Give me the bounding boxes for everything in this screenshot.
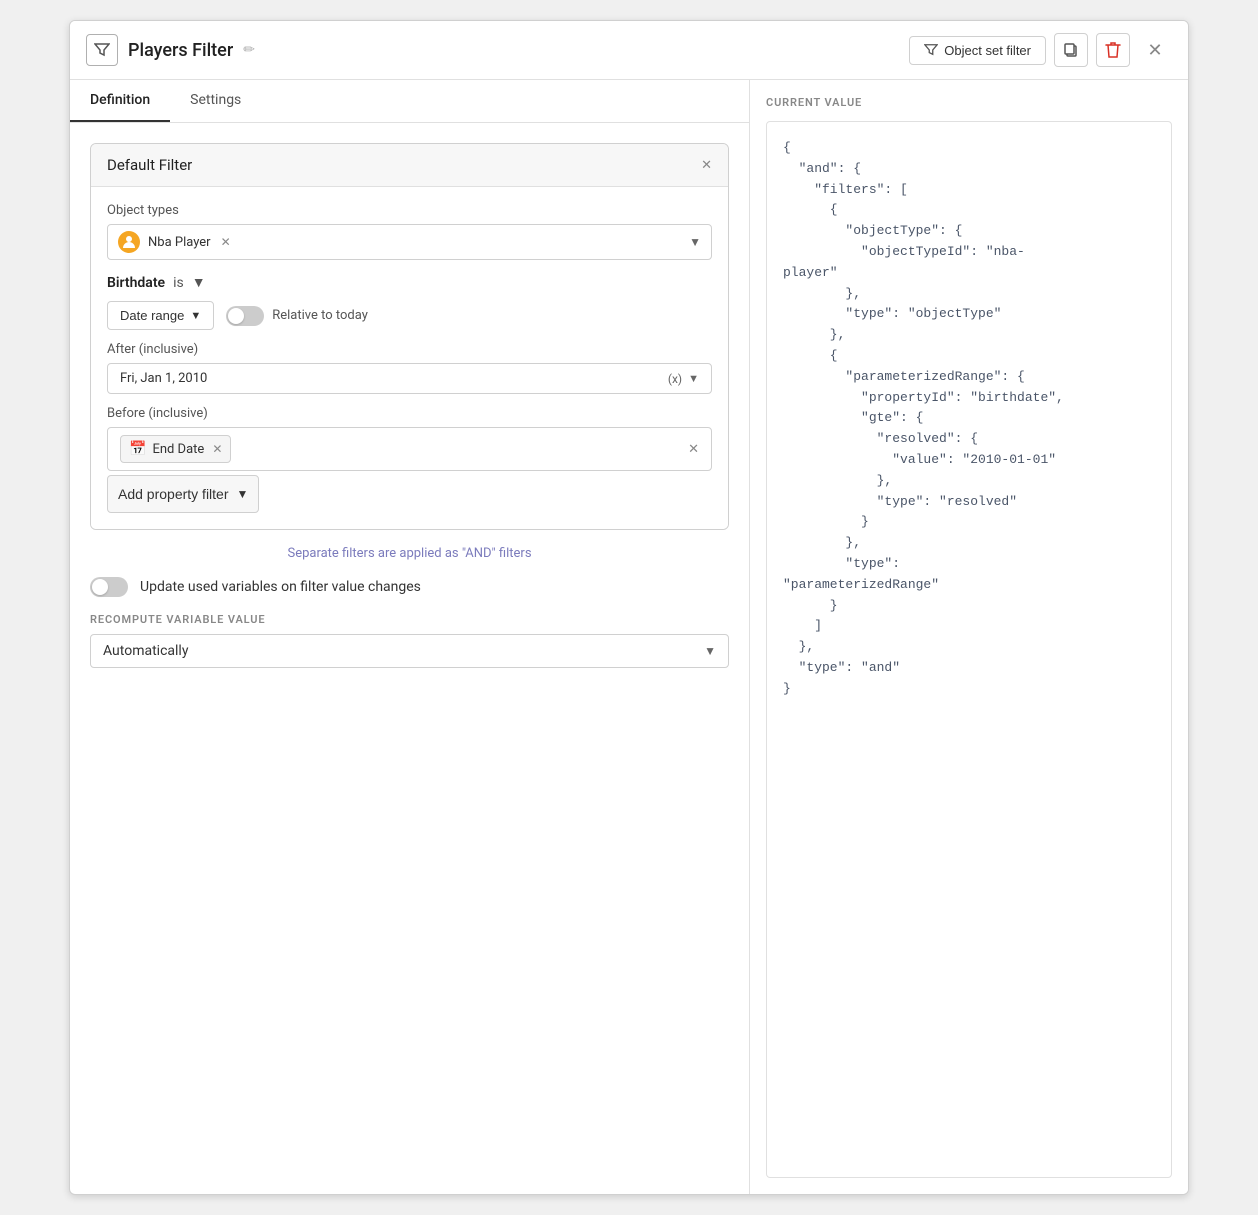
end-date-label: End Date bbox=[152, 442, 204, 457]
add-property-filter-button[interactable]: Add property filter ▼ bbox=[107, 475, 259, 513]
update-vars-row: Update used variables on filter value ch… bbox=[90, 577, 729, 597]
body: Definition Settings Default Filter ✕ Obj… bbox=[70, 80, 1188, 1194]
page-title: Players Filter bbox=[128, 40, 233, 61]
left-panel: Definition Settings Default Filter ✕ Obj… bbox=[70, 80, 750, 1194]
nba-player-label: Nba Player bbox=[148, 235, 211, 250]
date-range-button[interactable]: Date range ▼ bbox=[107, 301, 214, 330]
update-vars-toggle[interactable] bbox=[90, 577, 128, 597]
copy-button[interactable] bbox=[1054, 33, 1088, 67]
toggle-knob bbox=[228, 308, 244, 324]
filter-card-close-icon[interactable]: ✕ bbox=[701, 158, 712, 173]
toggle-label: Relative to today bbox=[272, 308, 368, 323]
filter-card-title: Default Filter bbox=[107, 156, 192, 174]
left-content: Default Filter ✕ Object types bbox=[70, 123, 749, 1194]
object-type-dropdown-arrow[interactable]: ▼ bbox=[689, 235, 701, 249]
after-input-suffix: (x) ▼ bbox=[668, 372, 699, 386]
right-panel: CURRENT VALUE { "and": { "filters": [ { … bbox=[750, 80, 1188, 1194]
trash-icon bbox=[1105, 41, 1121, 59]
tab-definition[interactable]: Definition bbox=[70, 80, 170, 122]
header: Players Filter ✏ Object set filter bbox=[70, 21, 1188, 80]
operator-dropdown[interactable]: ▼ bbox=[192, 274, 206, 291]
after-date-value: Fri, Jan 1, 2010 bbox=[120, 371, 660, 386]
object-type-select[interactable]: Nba Player ✕ ▼ bbox=[107, 224, 712, 260]
object-set-filter-button[interactable]: Object set filter bbox=[909, 36, 1046, 65]
recompute-section: RECOMPUTE VARIABLE VALUE Automatically ▼ bbox=[90, 613, 729, 668]
object-types-label: Object types bbox=[107, 203, 712, 218]
tabs: Definition Settings bbox=[70, 80, 749, 123]
close-button[interactable]: ✕ bbox=[1138, 33, 1172, 67]
date-range-row: Date range ▼ Relative to today bbox=[107, 301, 712, 330]
property-filter-row: Birthdate is ▼ bbox=[107, 274, 712, 291]
is-label: is bbox=[173, 275, 184, 291]
current-value-label: CURRENT VALUE bbox=[766, 96, 1172, 109]
object-types-section: Object types Nba Player ✕ bbox=[107, 203, 712, 260]
nba-player-remove[interactable]: ✕ bbox=[221, 235, 231, 249]
property-filter-section: Birthdate is ▼ Date range ▼ bbox=[107, 274, 712, 513]
recompute-label: RECOMPUTE VARIABLE VALUE bbox=[90, 613, 729, 626]
before-input-row: 📅 End Date ✕ ✕ bbox=[107, 427, 712, 471]
filter-icon-box bbox=[86, 34, 118, 66]
tab-settings[interactable]: Settings bbox=[170, 80, 261, 122]
filter-card-body: Object types Nba Player ✕ bbox=[91, 187, 728, 529]
after-input-row: Fri, Jan 1, 2010 (x) ▼ bbox=[107, 363, 712, 394]
update-vars-label: Update used variables on filter value ch… bbox=[140, 579, 421, 595]
property-name: Birthdate bbox=[107, 275, 165, 291]
after-section: After (inclusive) Fri, Jan 1, 2010 (x) ▼ bbox=[107, 342, 712, 394]
relative-to-today-toggle[interactable] bbox=[226, 306, 264, 326]
update-vars-toggle-knob bbox=[92, 579, 108, 595]
separate-filters-note: Separate filters are applied as "AND" fi… bbox=[90, 546, 729, 561]
filter-small-icon bbox=[924, 43, 938, 57]
json-box: { "and": { "filters": [ { "objectType": … bbox=[766, 121, 1172, 1178]
toggle-container: Relative to today bbox=[226, 306, 368, 326]
end-date-remove[interactable]: ✕ bbox=[212, 442, 222, 456]
filter-card: Default Filter ✕ Object types bbox=[90, 143, 729, 530]
header-left: Players Filter ✏ bbox=[86, 34, 899, 66]
end-date-badge: 📅 End Date ✕ bbox=[120, 435, 231, 463]
after-label: After (inclusive) bbox=[107, 342, 712, 357]
funnel-icon bbox=[94, 42, 110, 58]
main-container: Players Filter ✏ Object set filter bbox=[69, 20, 1189, 1195]
before-section: Before (inclusive) 📅 End Date ✕ ✕ bbox=[107, 406, 712, 471]
copy-icon bbox=[1063, 42, 1079, 58]
recompute-select[interactable]: Automatically ▼ bbox=[90, 634, 729, 668]
filter-card-header: Default Filter ✕ bbox=[91, 144, 728, 187]
before-label: Before (inclusive) bbox=[107, 406, 712, 421]
before-outer-remove[interactable]: ✕ bbox=[688, 442, 699, 457]
header-right: Object set filter ✕ bbox=[909, 33, 1172, 67]
edit-icon[interactable]: ✏ bbox=[243, 42, 255, 58]
person-icon bbox=[122, 235, 136, 249]
calendar-icon: 📅 bbox=[129, 441, 146, 457]
delete-button[interactable] bbox=[1096, 33, 1130, 67]
nba-player-icon bbox=[118, 231, 140, 253]
